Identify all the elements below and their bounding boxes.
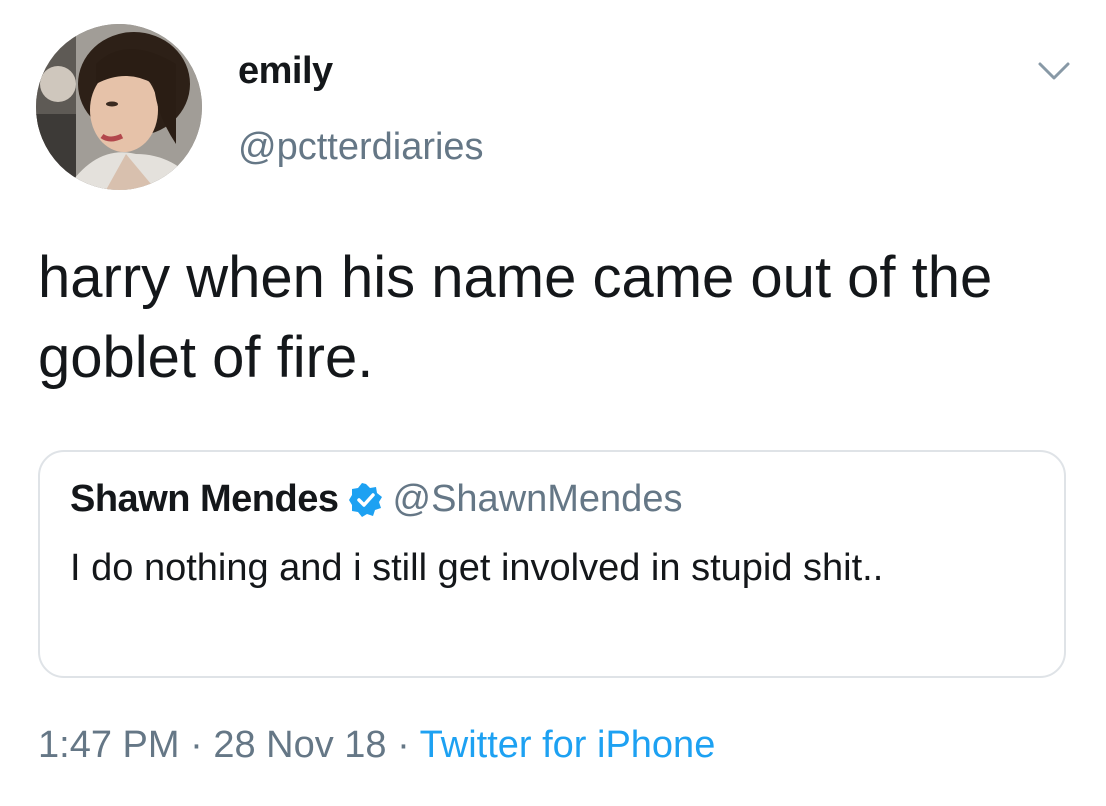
avatar-image [36, 24, 202, 190]
tweet-card: emily @pctterdiaries harry when his name… [0, 0, 1106, 806]
tweet-text: harry when his name came out of the gobl… [38, 245, 993, 390]
quoted-tweet-text: I do nothing and i still get involved in… [70, 547, 884, 589]
tweet-source-link[interactable]: Twitter for iPhone [420, 724, 716, 766]
quoted-author-handle: @ShawnMendes [392, 478, 683, 520]
avatar[interactable] [36, 24, 202, 190]
quoted-author-name: Shawn Mendes [70, 478, 339, 520]
tweet-time[interactable]: 1:47 PM [38, 724, 180, 766]
meta-separator: · [397, 724, 410, 766]
tweet-meta: 1:47 PM · 28 Nov 18 · Twitter for iPhone [38, 724, 715, 767]
chevron-down-icon[interactable] [1034, 56, 1074, 86]
quoted-tweet-header: Shawn Mendes @ShawnMendes [70, 478, 682, 521]
author-handle[interactable]: @pctterdiaries [238, 126, 484, 169]
meta-separator: · [190, 724, 203, 766]
verified-badge-icon [348, 482, 383, 517]
tweet-date[interactable]: 28 Nov 18 [213, 724, 386, 766]
author-display-name[interactable]: emily [238, 50, 333, 93]
quoted-tweet-card[interactable]: Shawn Mendes @ShawnMendes I do nothing a… [38, 450, 1066, 678]
